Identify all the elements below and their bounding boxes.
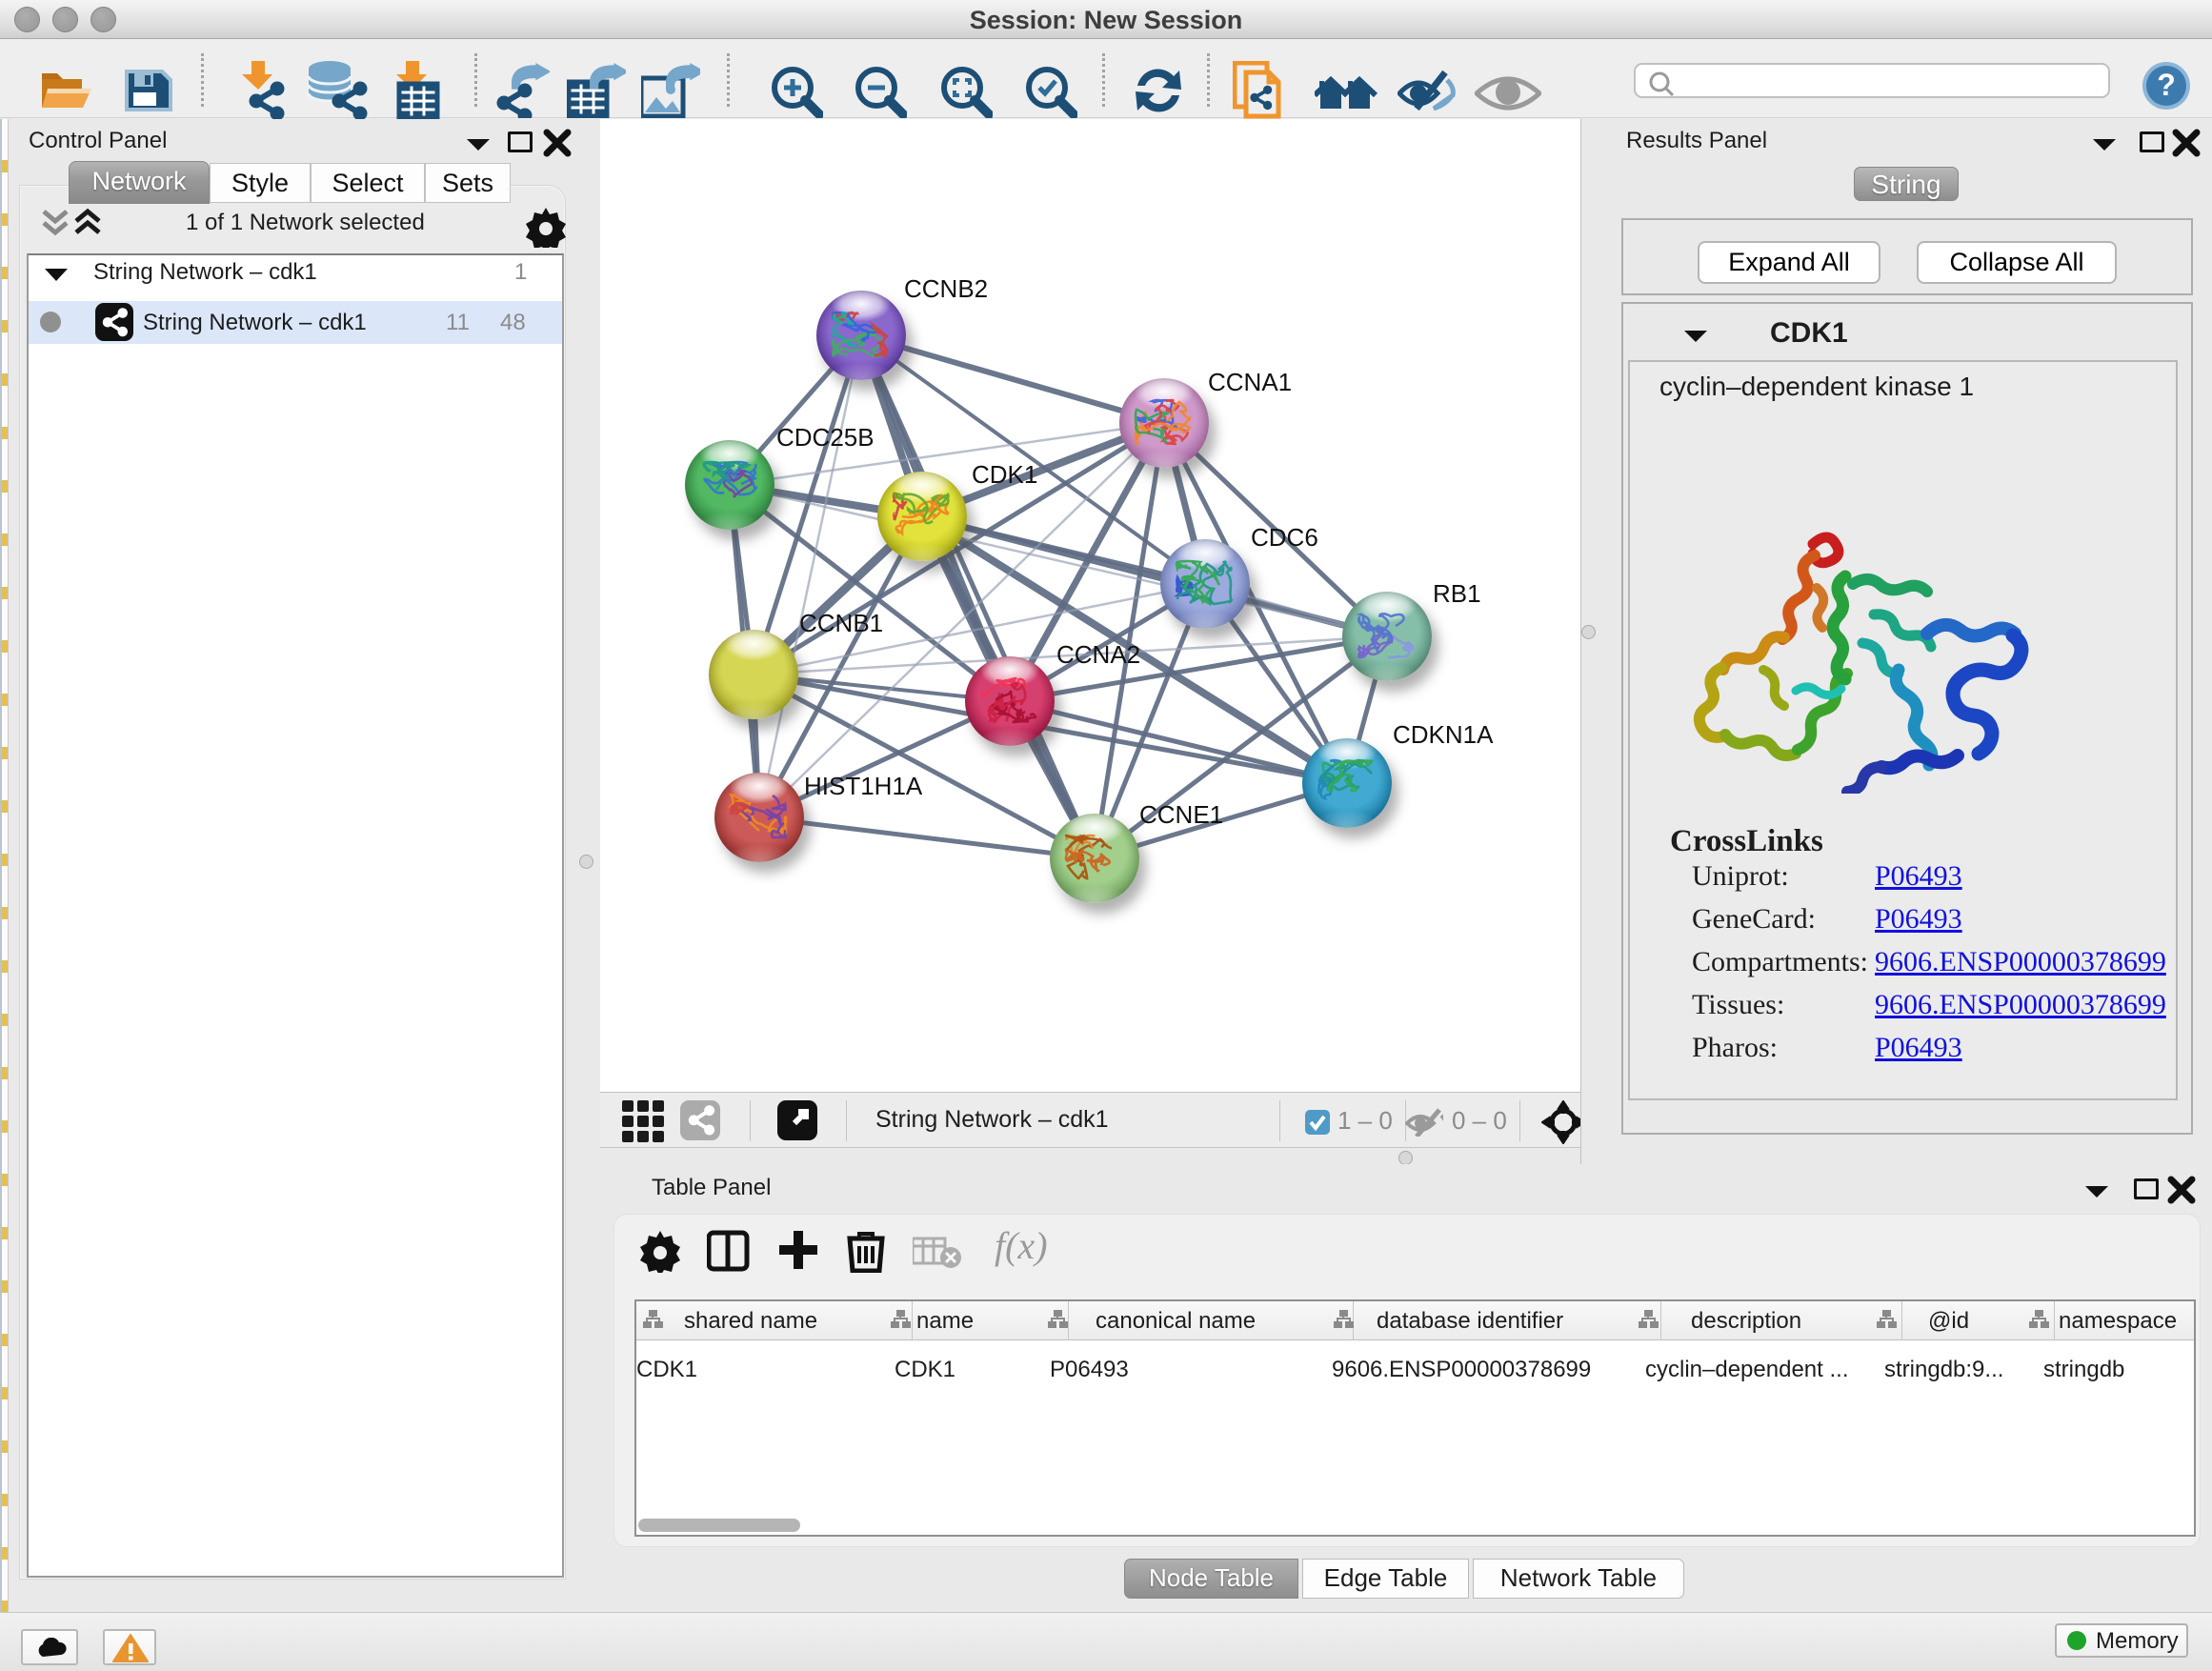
svg-text:?: ? (2157, 68, 2176, 102)
